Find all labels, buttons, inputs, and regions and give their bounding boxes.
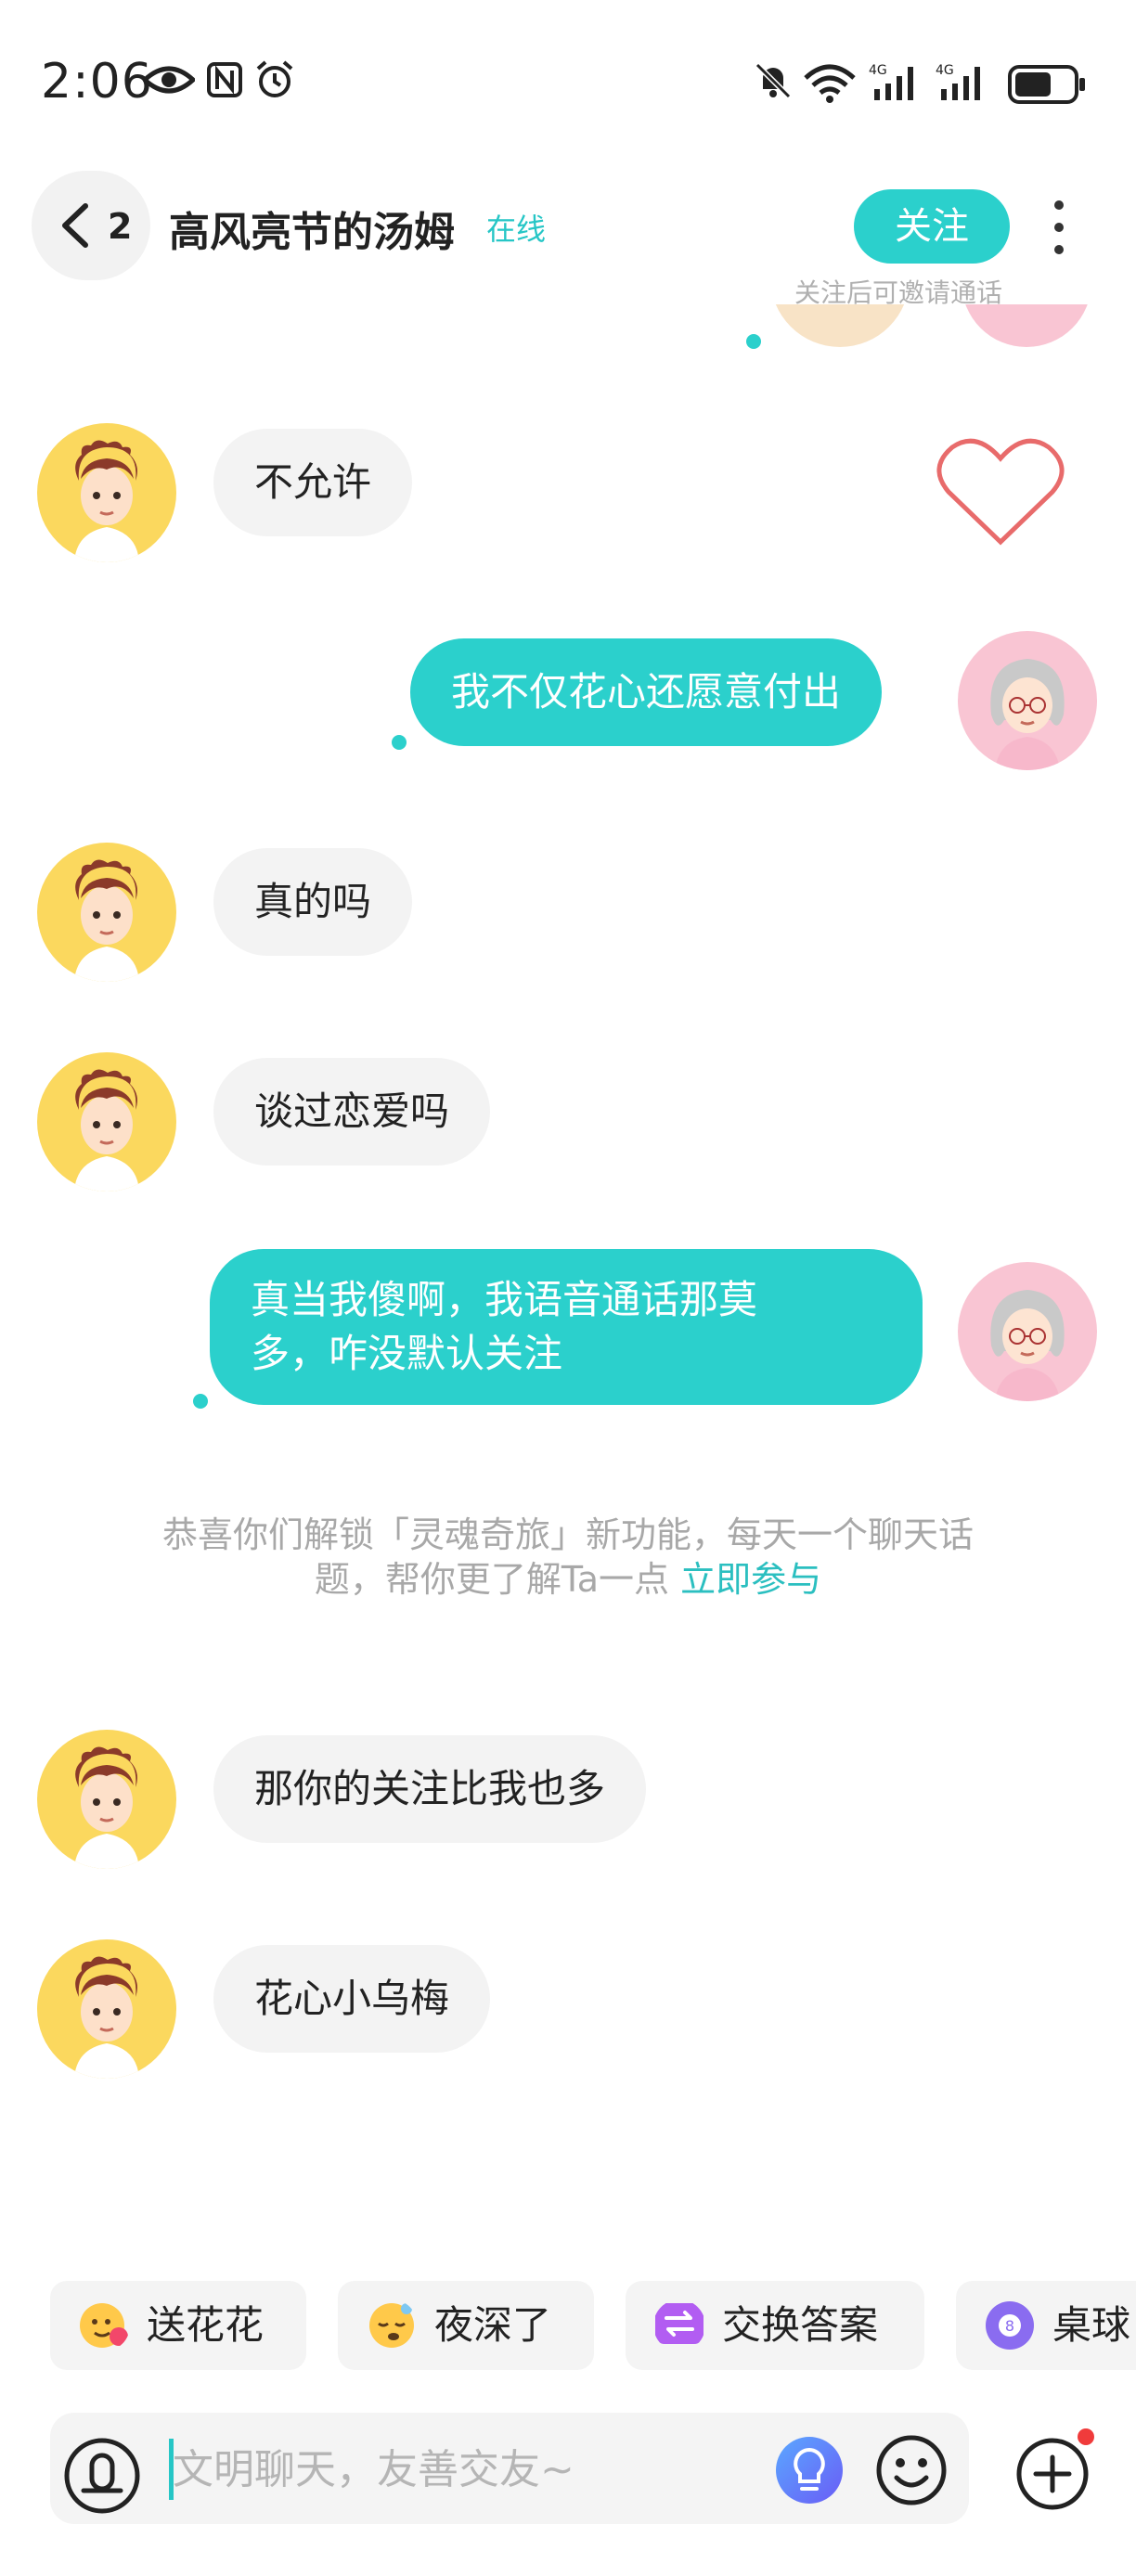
chip-label: 交换答案 (722, 2302, 879, 2348)
contact-avatar[interactable] (37, 1052, 176, 1191)
more-dot (1054, 200, 1064, 210)
partial-avatar-top (770, 304, 910, 347)
male-avatar-icon (74, 859, 139, 982)
contact-name[interactable]: 高风亮节的汤姆 (169, 199, 455, 258)
chip-label: 送花花 (147, 2302, 265, 2348)
message-bubble-outgoing[interactable]: 真当我傻啊，我语音通话那莫 多，咋没默认关注 (210, 1249, 923, 1405)
quick-action-late-night[interactable]: 夜深了 (338, 2281, 594, 2370)
status-time: 2:06 (41, 54, 153, 109)
female-avatar-icon (990, 659, 1065, 770)
eye-icon (143, 66, 195, 94)
contact-avatar[interactable] (37, 1939, 176, 2079)
signal-4g-icon: 4G (936, 63, 980, 100)
message-bubble-incoming[interactable]: 真的吗 (213, 848, 413, 956)
exchange-icon (655, 2303, 704, 2344)
quick-action-send-flowers[interactable]: 送花花 (50, 2281, 306, 2370)
alarm-icon (256, 60, 293, 97)
sent-indicator-dot (392, 735, 407, 750)
quick-action-billiards[interactable]: 8 桌球 (956, 2281, 1136, 2370)
system-notice: 恭喜你们解锁「灵魂奇旅」新功能，每天一个聊天话 题，帮你更了解Ta一点 立即参与 (121, 1513, 1015, 1602)
male-avatar-icon (74, 1956, 139, 2079)
signal-4g-icon: 4G (869, 63, 913, 100)
mute-icon (755, 62, 792, 99)
message-text-line: 真当我傻啊，我语音通话那莫 (251, 1277, 758, 1322)
billiard-ball-icon: 8 (986, 2301, 1034, 2350)
more-dot (1054, 245, 1064, 254)
my-avatar[interactable] (958, 631, 1097, 770)
system-notice-line: 恭喜你们解锁「灵魂奇旅」新功能，每天一个聊天话 (161, 1514, 974, 1555)
message-input-bar (50, 2413, 969, 2524)
message-text-line: 多，咋没默认关注 (251, 1331, 563, 1376)
flower-emoji-icon (80, 2303, 128, 2348)
ai-assistant-icon[interactable] (774, 2435, 845, 2505)
back-button[interactable]: 2 (32, 171, 150, 280)
contact-avatar[interactable] (37, 1730, 176, 1869)
heart-icon[interactable] (936, 434, 1065, 549)
quick-action-exchange-answers[interactable]: 交换答案 (626, 2281, 924, 2370)
female-avatar-icon (990, 1290, 1065, 1401)
voice-icon[interactable] (63, 2437, 141, 2515)
contact-avatar[interactable] (37, 843, 176, 982)
svg-text:4G: 4G (936, 63, 954, 78)
more-options-button[interactable] (1045, 200, 1073, 256)
online-status: 在线 (486, 212, 547, 247)
male-avatar-icon (74, 1746, 139, 1869)
add-icon[interactable] (1013, 2428, 1099, 2513)
message-bubble-incoming[interactable]: 谈过恋爱吗 (213, 1058, 491, 1166)
my-avatar[interactable] (958, 1262, 1097, 1401)
svg-text:8: 8 (1005, 2317, 1014, 2335)
more-dot (1054, 223, 1064, 232)
emoji-icon[interactable] (874, 2433, 949, 2507)
message-input[interactable] (171, 2433, 806, 2505)
svg-text:4G: 4G (869, 63, 887, 78)
sent-indicator-dot (746, 334, 761, 349)
message-bubble-incoming[interactable]: 那你的关注比我也多 (213, 1735, 647, 1843)
message-bubble-incoming[interactable]: 花心小乌梅 (213, 1945, 491, 2053)
chevron-left-icon (62, 203, 88, 248)
sent-indicator-dot (193, 1394, 208, 1409)
male-avatar-icon (74, 1069, 139, 1191)
status-bar: 2:06 4G 4G (0, 0, 1136, 167)
contact-avatar[interactable] (37, 423, 176, 562)
sleepy-emoji-icon (369, 2303, 414, 2348)
follow-button[interactable]: 关注 (854, 189, 1010, 264)
male-avatar-icon (74, 440, 139, 562)
system-notice-text: 题，帮你更了解Ta一点 (314, 1559, 670, 1600)
message-bubble-outgoing[interactable]: 我不仅花心还愿意付出 (410, 638, 883, 746)
wifi-6-icon (804, 64, 856, 103)
partial-avatar-top (962, 304, 1091, 347)
chip-label: 桌球 (1052, 2302, 1131, 2348)
message-bubble-incoming[interactable]: 不允许 (213, 429, 413, 536)
system-notice-line-2: 题，帮你更了解Ta一点 立即参与 (121, 1557, 1015, 1602)
unread-count: 2 (108, 206, 133, 247)
join-now-link[interactable]: 立即参与 (680, 1559, 821, 1600)
chip-label: 夜深了 (434, 2302, 552, 2348)
battery-icon (1008, 65, 1085, 104)
nfc-icon (207, 62, 242, 97)
